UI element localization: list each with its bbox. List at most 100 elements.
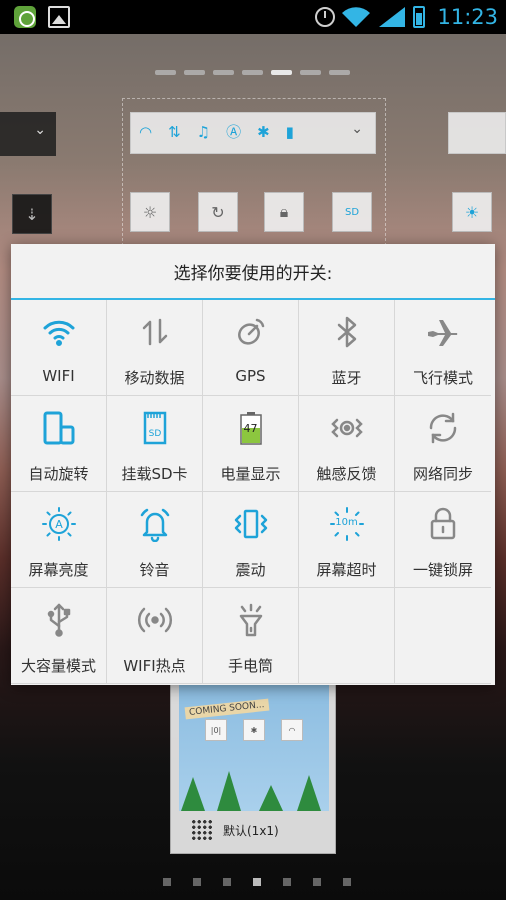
switch-hotspot[interactable]: WIFI热点 [107, 588, 203, 684]
ringtone-icon [137, 506, 173, 542]
switch-label: 网络同步 [412, 465, 473, 483]
brightness-tile[interactable]: ☀ [452, 192, 492, 232]
page-dot [193, 878, 201, 886]
switch-flashlight[interactable]: 手电筒 [203, 588, 299, 684]
wifi-status-icon [342, 7, 371, 28]
switch-auto-rotate[interactable]: 自动旋转 [11, 396, 107, 492]
page-dot [313, 878, 321, 886]
switch-label: 手电筒 [227, 657, 273, 675]
preview-label-text: 默认(1x1) [223, 823, 279, 838]
switch-label: WIFI热点 [123, 657, 186, 675]
tree-decoration [297, 775, 321, 811]
wifi-mini-icon: ◠ [281, 719, 303, 741]
switch-label: 挂载SD卡 [121, 465, 188, 483]
widget-center[interactable]: ◠⇅♫Ⓐ✱▮ ⌄ [130, 112, 376, 154]
preview-label: 默认(1x1) [191, 819, 279, 841]
switch-gps[interactable]: GPS [203, 300, 299, 396]
tree-decoration [181, 777, 205, 811]
widget-icons: ◠⇅♫Ⓐ✱▮ [139, 123, 310, 141]
sync-icon [425, 410, 461, 446]
switch-label: 蓝牙 [331, 369, 362, 387]
alarm-icon [315, 7, 336, 27]
preview-screen: COMING SOON... |0| ✱ ◠ [179, 681, 329, 811]
page-dash [155, 70, 176, 75]
switch-brightness[interactable]: A 屏幕亮度 [11, 492, 107, 588]
switch-label: 铃音 [139, 561, 170, 579]
battery-status-icon [413, 6, 426, 28]
switch-label: 屏幕亮度 [28, 561, 89, 579]
switch-mobile-data[interactable]: 移动数据 [107, 300, 203, 396]
switch-label: 触感反馈 [316, 465, 377, 483]
lock-icon [425, 506, 461, 542]
lock-tile[interactable]: 🔒︎ [264, 192, 304, 232]
sync-tile[interactable]: ↻ [198, 192, 238, 232]
page-dot-active [253, 878, 261, 886]
page-dash-active [271, 70, 292, 75]
svg-text:SD: SD [148, 429, 161, 439]
switch-haptic[interactable]: 触感反馈 [299, 396, 395, 492]
switch-wifi[interactable]: WIFI [11, 300, 107, 396]
haptic-icon [329, 410, 365, 446]
switch-usb-storage[interactable]: 大容量模式 [11, 588, 107, 684]
switch-label: WIFI [42, 367, 75, 385]
svg-text:A: A [55, 518, 63, 531]
page-dot [223, 878, 231, 886]
vibrate-mini-icon: |0| [205, 719, 227, 741]
page-dot [283, 878, 291, 886]
page-indicator-top [155, 70, 350, 75]
signal-icon [379, 7, 406, 27]
empty-cell [395, 588, 491, 684]
bluetooth-icon [329, 314, 365, 350]
switch-label: 电量显示 [220, 465, 281, 483]
widget-left[interactable]: ⌄ [0, 112, 56, 156]
switch-ringtone[interactable]: 铃音 [107, 492, 203, 588]
switch-label: 飞行模式 [412, 369, 473, 387]
battery-level-text: 47 [243, 422, 258, 435]
switch-label: 移动数据 [124, 369, 185, 387]
page-indicator-bottom [163, 878, 351, 886]
empty-cell [299, 588, 395, 684]
switch-sync[interactable]: 网络同步 [395, 396, 491, 492]
switch-label: 自动旋转 [28, 465, 89, 483]
page-dash [329, 70, 350, 75]
bluetooth-mini-icon: ✱ [243, 719, 265, 741]
switch-picker-dialog: 选择你要使用的开关: WIFI 移动数据 GPS 蓝牙 飞行模式 自动旋转 SD… [11, 244, 495, 685]
switch-vibrate[interactable]: 震动 [203, 492, 299, 588]
hotspot-icon [137, 602, 173, 638]
switch-bluetooth[interactable]: 蓝牙 [299, 300, 395, 396]
page-dot [343, 878, 351, 886]
mobile-data-icon [137, 314, 173, 350]
auto-rotate-icon [41, 410, 77, 446]
switch-label: 屏幕超时 [316, 561, 377, 579]
wifi-icon [41, 314, 77, 350]
grid-icon [191, 819, 213, 841]
airplane-icon [425, 314, 461, 350]
switch-label: 震动 [235, 561, 266, 579]
coming-soon-banner: COMING SOON... [184, 698, 269, 720]
usb-tile[interactable]: ⇣ [12, 194, 52, 234]
dialog-title: 选择你要使用的开关: [11, 244, 495, 300]
flashlight-tile[interactable]: ☼ [130, 192, 170, 232]
switch-battery[interactable]: 47 电量显示 [203, 396, 299, 492]
page-dot [163, 878, 171, 886]
battery-icon: 47 [233, 410, 269, 446]
app-notification-icon [14, 6, 36, 28]
switch-screen-timeout[interactable]: 10m 屏幕超时 [299, 492, 395, 588]
switch-grid: WIFI 移动数据 GPS 蓝牙 飞行模式 自动旋转 SD 挂载SD卡 47 电… [11, 300, 495, 684]
status-bar: 11:23 [0, 0, 506, 34]
brightness-icon: A [41, 506, 77, 542]
switch-lock-screen[interactable]: 一键锁屏 [395, 492, 491, 588]
sd-tile[interactable]: SD [332, 192, 372, 232]
page-dash [213, 70, 234, 75]
switch-sd-card[interactable]: SD 挂载SD卡 [107, 396, 203, 492]
chevron-down-icon: ⌄ [34, 122, 46, 138]
usb-icon [41, 602, 77, 638]
switch-airplane[interactable]: 飞行模式 [395, 300, 491, 396]
switch-label: 大容量模式 [20, 657, 96, 675]
widget-right[interactable] [448, 112, 506, 154]
sd-card-icon: SD [137, 410, 173, 446]
clock: 11:23 [437, 5, 498, 29]
switch-label: GPS [235, 367, 266, 385]
gps-icon [233, 314, 269, 350]
chevron-down-icon: ⌄ [351, 121, 363, 137]
